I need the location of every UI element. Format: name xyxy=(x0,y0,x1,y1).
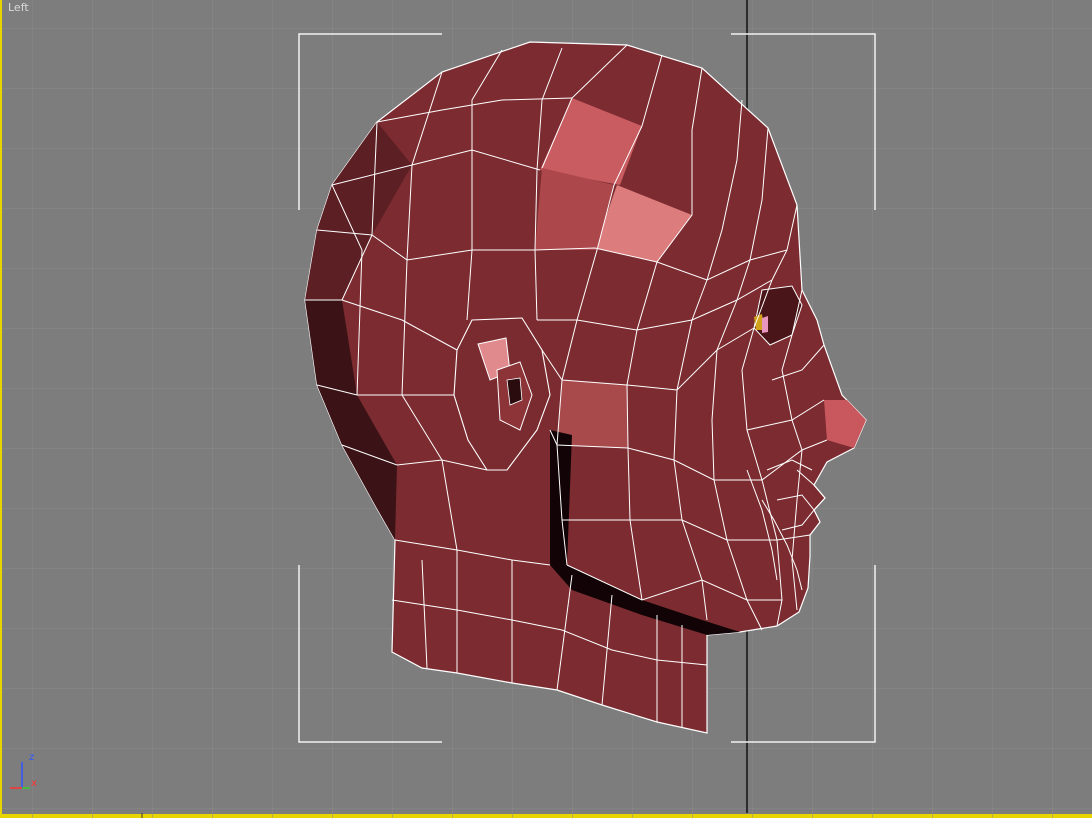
axis-gizmo-z-label: z xyxy=(29,752,34,763)
left-viewport[interactable]: z x Left xyxy=(0,0,1092,818)
viewport-canvas[interactable]: z x xyxy=(2,0,1092,818)
viewport-label[interactable]: Left xyxy=(8,1,29,14)
axis-gizmo-x-label: x xyxy=(31,778,37,789)
